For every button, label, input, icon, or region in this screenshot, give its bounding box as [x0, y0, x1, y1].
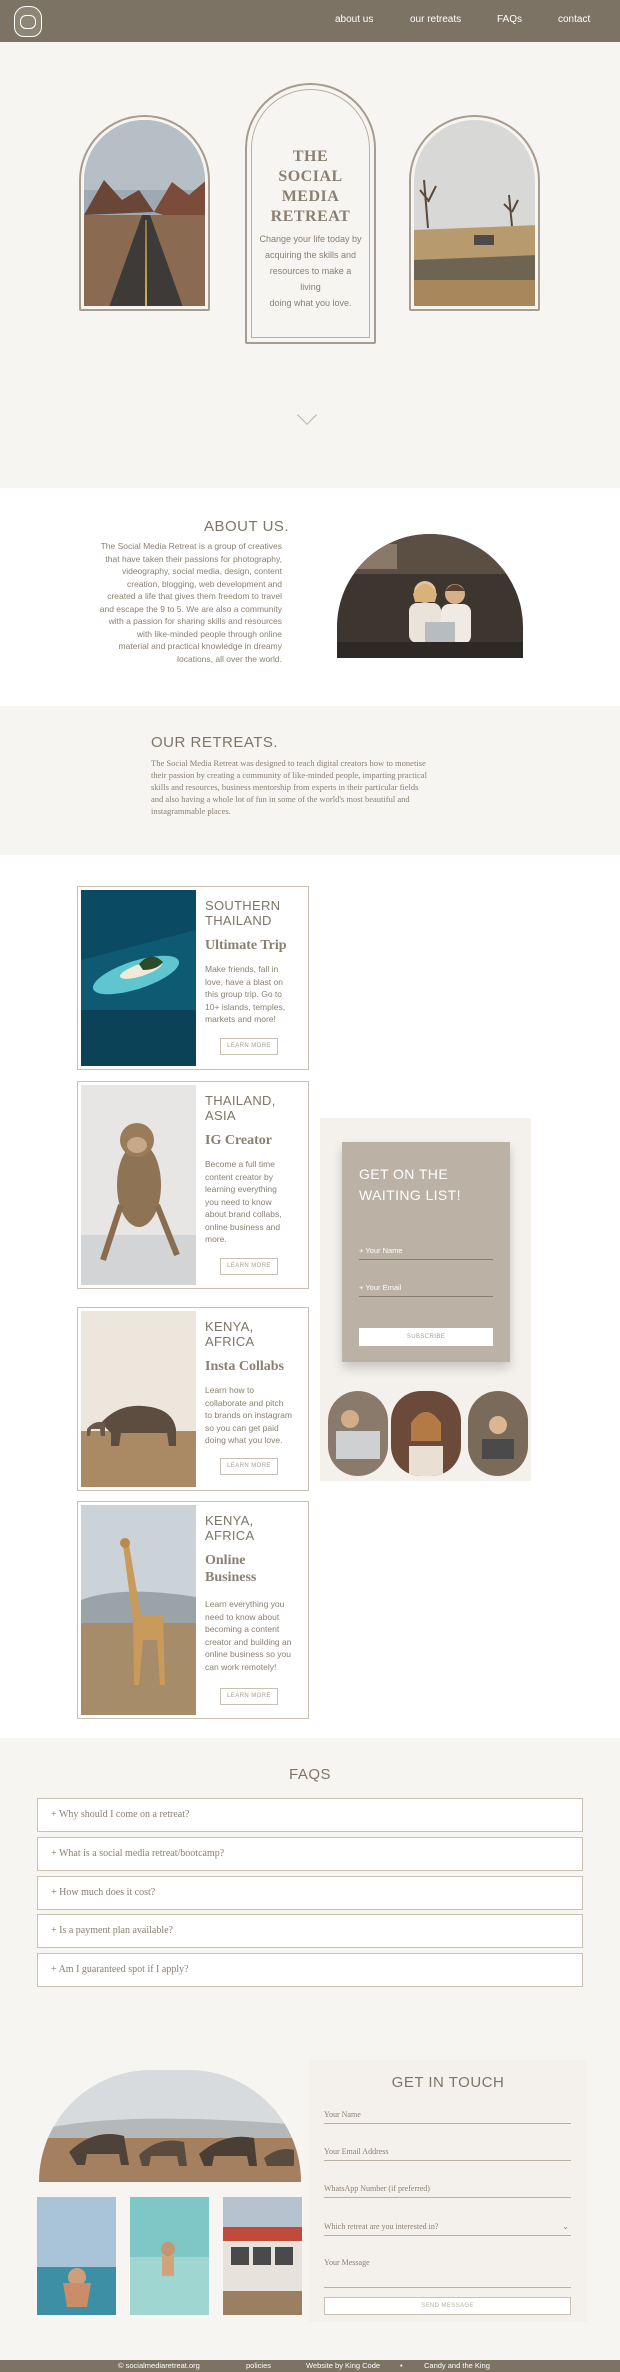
contact-name-field[interactable]: Your Name [324, 2110, 571, 2124]
card-description: Learn how to collaborate and pitch to bran… [205, 1385, 292, 1445]
waiting-list-panel: GET ON THE WAITING LIST! + Your Name + Yo… [320, 1118, 531, 1481]
nav-link-contact[interactable]: contact [558, 14, 590, 25]
card-image-elephants [81, 1311, 196, 1487]
card-image-giraffe [81, 1505, 196, 1715]
top-nav: about us our retreats FAQs contact [0, 0, 620, 42]
savanna-photo [414, 120, 535, 306]
card-title: IG Creator [205, 1133, 272, 1148]
waiting-photo-group [391, 1391, 461, 1476]
card-location: SOUTHERN THAILAND [205, 898, 281, 928]
waiting-photo-work [468, 1391, 528, 1476]
faqs-heading: FAQS [288, 1766, 331, 1783]
faq-item[interactable]: + Is a payment plan available? [37, 1914, 583, 1948]
card-title: Ultimate Trip [205, 938, 287, 953]
footer-dot: • [400, 2361, 403, 2370]
waiting-list-form: GET ON THE WAITING LIST! + Your Name + Yo… [342, 1142, 510, 1362]
retreat-card[interactable]: THAILAND, ASIA IG Creator Become a full t… [77, 1081, 309, 1289]
learn-more-button[interactable]: LEARN MORE [220, 1038, 278, 1055]
learn-more-button[interactable]: LEARN MORE [220, 1688, 278, 1705]
subscribe-button[interactable]: SUBSCRIBE [359, 1328, 493, 1346]
contact-panel: GET IN TOUCH Your Name Your Email Addres… [309, 2060, 587, 2322]
retreat-card[interactable]: KENYA, AFRICA Online Business Learn everyt… [77, 1501, 309, 1719]
contact-photo-beach [37, 2197, 116, 2315]
hero-road-image [79, 115, 210, 311]
hero-savanna-image [409, 115, 540, 311]
about-text: The Social Media Retreat is a group of c… [99, 541, 282, 664]
contact-email-field[interactable]: Your Email Address [324, 2147, 571, 2161]
contact-heading: GET IN TOUCH [391, 2074, 505, 2091]
card-description: Learn everything you need to know about be… [205, 1599, 292, 1672]
hero-title-arch: THE SOCIAL MEDIA RETREAT Change your lif… [245, 83, 376, 344]
card-title: Insta Collabs [205, 1359, 284, 1374]
faq-item[interactable]: + Why should I come on a retreat? [37, 1798, 583, 1832]
faq-item[interactable]: + Am I guaranteed spot if I apply? [37, 1953, 583, 1987]
contact-retreat-select[interactable]: Which retreat are you interested in? ⌄ [324, 2222, 571, 2236]
retreats-text: The Social Media Retreat was designed to… [151, 758, 427, 816]
card-title: Online Business [205, 1553, 257, 1585]
card-location: KENYA, AFRICA [205, 1319, 255, 1349]
card-location: KENYA, AFRICA [205, 1513, 255, 1543]
card-description: Become a full time content creator by lear… [205, 1159, 282, 1244]
card-location: THAILAND, ASIA [205, 1093, 276, 1123]
faq-item[interactable]: + What is a social media retreat/bootcam… [37, 1837, 583, 1871]
card-image-thailand-island [81, 890, 196, 1066]
footer-credit-link[interactable]: Website by King Code [306, 2360, 380, 2372]
send-message-button[interactable]: SEND MESSAGE [324, 2297, 571, 2315]
waiting-list-title: GET ON THE WAITING LIST! [359, 1166, 461, 1203]
footer-policies-link[interactable]: policies [246, 2360, 271, 2372]
learn-more-button[interactable]: LEARN MORE [220, 1458, 278, 1475]
card-description: Make friends, fall in love, have a blast … [205, 964, 286, 1024]
contact-photo-water [130, 2197, 209, 2315]
learn-more-button[interactable]: LEARN MORE [220, 1258, 278, 1275]
retreat-card[interactable]: KENYA, AFRICA Insta Collabs Learn how to c… [77, 1307, 309, 1491]
footer-credit2-link[interactable]: Candy and the King [424, 2360, 490, 2372]
logo-icon[interactable] [14, 6, 42, 37]
nav-link-retreats[interactable]: our retreats [410, 14, 461, 25]
nav-link-faqs[interactable]: FAQs [497, 14, 522, 25]
waiting-photo-laptop [328, 1391, 388, 1476]
footer: © socialmediaretreat.org policies Websit… [0, 2360, 620, 2372]
contact-whatsapp-field[interactable]: WhatsApp Number (if preferred) [324, 2184, 571, 2198]
card-image-monkey [81, 1085, 196, 1285]
hero-subtitle: Change your life today by acquiring the … [259, 234, 362, 308]
about-heading: ABOUT US. [204, 518, 290, 535]
contact-message-field[interactable]: Your Message [324, 2258, 571, 2288]
road-photo [84, 120, 205, 306]
retreats-heading: OUR RETREATS. [151, 734, 279, 751]
contact-photo-safari [223, 2197, 302, 2315]
waiting-name-input[interactable]: + Your Name [359, 1242, 493, 1260]
retreat-card[interactable]: SOUTHERN THAILAND Ultimate Trip Make frie… [77, 886, 309, 1070]
scroll-down-chevron-icon[interactable] [297, 405, 317, 425]
faq-item[interactable]: + How much does it cost? [37, 1876, 583, 1910]
waiting-email-input[interactable]: + Your Email [359, 1279, 493, 1297]
chevron-down-icon: ⌄ [562, 2222, 569, 2231]
hero-title: THE SOCIAL MEDIA RETREAT [270, 148, 351, 225]
contact-elephants-photo [39, 2070, 301, 2182]
footer-copyright: © socialmediaretreat.org [118, 2361, 200, 2370]
nav-link-about[interactable]: about us [335, 14, 373, 25]
